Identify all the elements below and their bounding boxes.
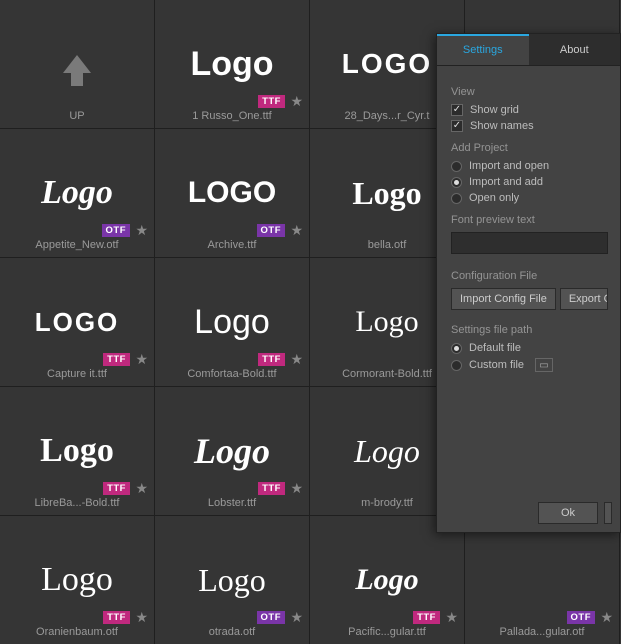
label-open-only: Open only — [469, 192, 519, 204]
font-cell[interactable]: LOGOCapture it.ttf TTF ★ — [0, 258, 154, 386]
settings-path-heading: Settings file path — [451, 324, 608, 336]
secondary-button[interactable] — [604, 502, 612, 524]
panel-tabs: Settings About — [437, 34, 620, 66]
view-heading: View — [451, 86, 608, 98]
font-filename: Appetite_New.otf — [0, 239, 154, 251]
font-cell[interactable]: Logo1 Russo_One.ttf TTF ★ — [155, 0, 309, 128]
font-preview: Logo — [190, 0, 273, 128]
radio-import-add[interactable] — [451, 177, 462, 188]
add-project-heading: Add Project — [451, 142, 608, 154]
tab-settings[interactable]: Settings — [437, 34, 529, 65]
label-show-names: Show names — [470, 120, 534, 132]
settings-panel: Settings About View Show grid Show names… — [436, 33, 621, 533]
label-default-file: Default file — [469, 342, 521, 354]
format-badge: TTF — [103, 611, 130, 624]
font-cell[interactable]: LogoAppetite_New.otf OTF ★ — [0, 129, 154, 257]
star-icon[interactable]: ★ — [290, 480, 303, 497]
star-icon[interactable]: ★ — [600, 609, 613, 626]
font-filename: Oranienbaum.otf — [0, 626, 154, 638]
font-preview: Logo — [354, 387, 420, 515]
star-icon[interactable]: ★ — [290, 93, 303, 110]
label-import-open: Import and open — [469, 160, 549, 172]
font-preview: Logo — [355, 258, 418, 386]
format-badge: TTF — [258, 95, 285, 108]
font-filename: Pacific...gular.ttf — [310, 626, 464, 638]
radio-import-open[interactable] — [451, 161, 462, 172]
folder-icon[interactable]: ▭ — [535, 358, 553, 372]
star-icon[interactable]: ★ — [135, 222, 148, 239]
up-arrow-icon — [63, 55, 91, 73]
format-badge: TTF — [258, 482, 285, 495]
font-cell[interactable]: LogoLibreBa...-Bold.ttf TTF ★ — [0, 387, 154, 515]
import-config-button[interactable]: Import Config File — [451, 288, 556, 310]
panel-body: View Show grid Show names Add Project Im… — [437, 66, 620, 384]
format-badge: TTF — [103, 353, 130, 366]
font-preview: Logo — [194, 258, 270, 386]
format-badge: OTF — [257, 224, 286, 237]
font-preview: LOGO — [188, 129, 276, 257]
font-filename: Lobster.ttf — [155, 497, 309, 509]
font-cell[interactable]: LogoLobster.ttf TTF ★ — [155, 387, 309, 515]
preview-heading: Font preview text — [451, 214, 608, 226]
checkbox-show-grid[interactable] — [451, 104, 463, 116]
font-filename: LibreBa...-Bold.ttf — [0, 497, 154, 509]
format-badge: OTF — [102, 224, 131, 237]
font-preview: LOGO — [35, 258, 120, 386]
font-preview: Logo — [352, 129, 421, 257]
export-config-button[interactable]: Export Co — [560, 288, 608, 310]
star-icon[interactable]: ★ — [445, 609, 458, 626]
font-cell[interactable]: LogoPacific...gular.ttf TTF ★ — [310, 516, 464, 644]
font-filename: UP — [0, 110, 154, 122]
format-badge: OTF — [567, 611, 596, 624]
font-preview: LOGO — [342, 0, 432, 128]
font-filename: Comfortaa-Bold.ttf — [155, 368, 309, 380]
format-badge: TTF — [258, 353, 285, 366]
font-cell[interactable]: LogoOranienbaum.otf TTF ★ — [0, 516, 154, 644]
star-icon[interactable]: ★ — [135, 351, 148, 368]
font-preview: Logo — [41, 129, 113, 257]
radio-open-only[interactable] — [451, 193, 462, 204]
font-cell[interactable]: LOGOArchive.ttf OTF ★ — [155, 129, 309, 257]
tab-about[interactable]: About — [529, 34, 621, 65]
label-show-grid: Show grid — [470, 104, 519, 116]
star-icon[interactable]: ★ — [135, 480, 148, 497]
format-badge: OTF — [257, 611, 286, 624]
star-icon[interactable]: ★ — [290, 222, 303, 239]
format-badge: TTF — [103, 482, 130, 495]
font-filename: Capture it.ttf — [0, 368, 154, 380]
star-icon[interactable]: ★ — [135, 609, 148, 626]
star-icon[interactable]: ★ — [290, 351, 303, 368]
font-preview: Logo — [355, 516, 418, 644]
font-cell[interactable]: UP — [0, 0, 154, 128]
font-preview: Logo — [198, 516, 266, 644]
font-cell[interactable]: Logootrada.otf OTF ★ — [155, 516, 309, 644]
font-filename: 1 Russo_One.ttf — [155, 110, 309, 122]
preview-text-input[interactable] — [451, 232, 608, 254]
checkbox-show-names[interactable] — [451, 120, 463, 132]
label-custom-file: Custom file — [469, 359, 524, 371]
font-cell[interactable]: LogoComfortaa-Bold.ttf TTF ★ — [155, 258, 309, 386]
label-import-add: Import and add — [469, 176, 543, 188]
format-badge: TTF — [413, 611, 440, 624]
font-cell: Pallada...gular.otf OTF ★ — [465, 516, 619, 644]
font-preview — [63, 0, 91, 128]
font-filename: Archive.ttf — [155, 239, 309, 251]
font-filename: otrada.otf — [155, 626, 309, 638]
config-heading: Configuration File — [451, 270, 608, 282]
font-preview: Logo — [41, 516, 113, 644]
radio-custom-file[interactable] — [451, 360, 462, 371]
star-icon[interactable]: ★ — [290, 609, 303, 626]
font-filename: Pallada...gular.otf — [465, 626, 619, 638]
font-preview: Logo — [194, 387, 270, 515]
font-preview: Logo — [40, 387, 114, 515]
radio-default-file[interactable] — [451, 343, 462, 354]
ok-button[interactable]: Ok — [538, 502, 598, 524]
